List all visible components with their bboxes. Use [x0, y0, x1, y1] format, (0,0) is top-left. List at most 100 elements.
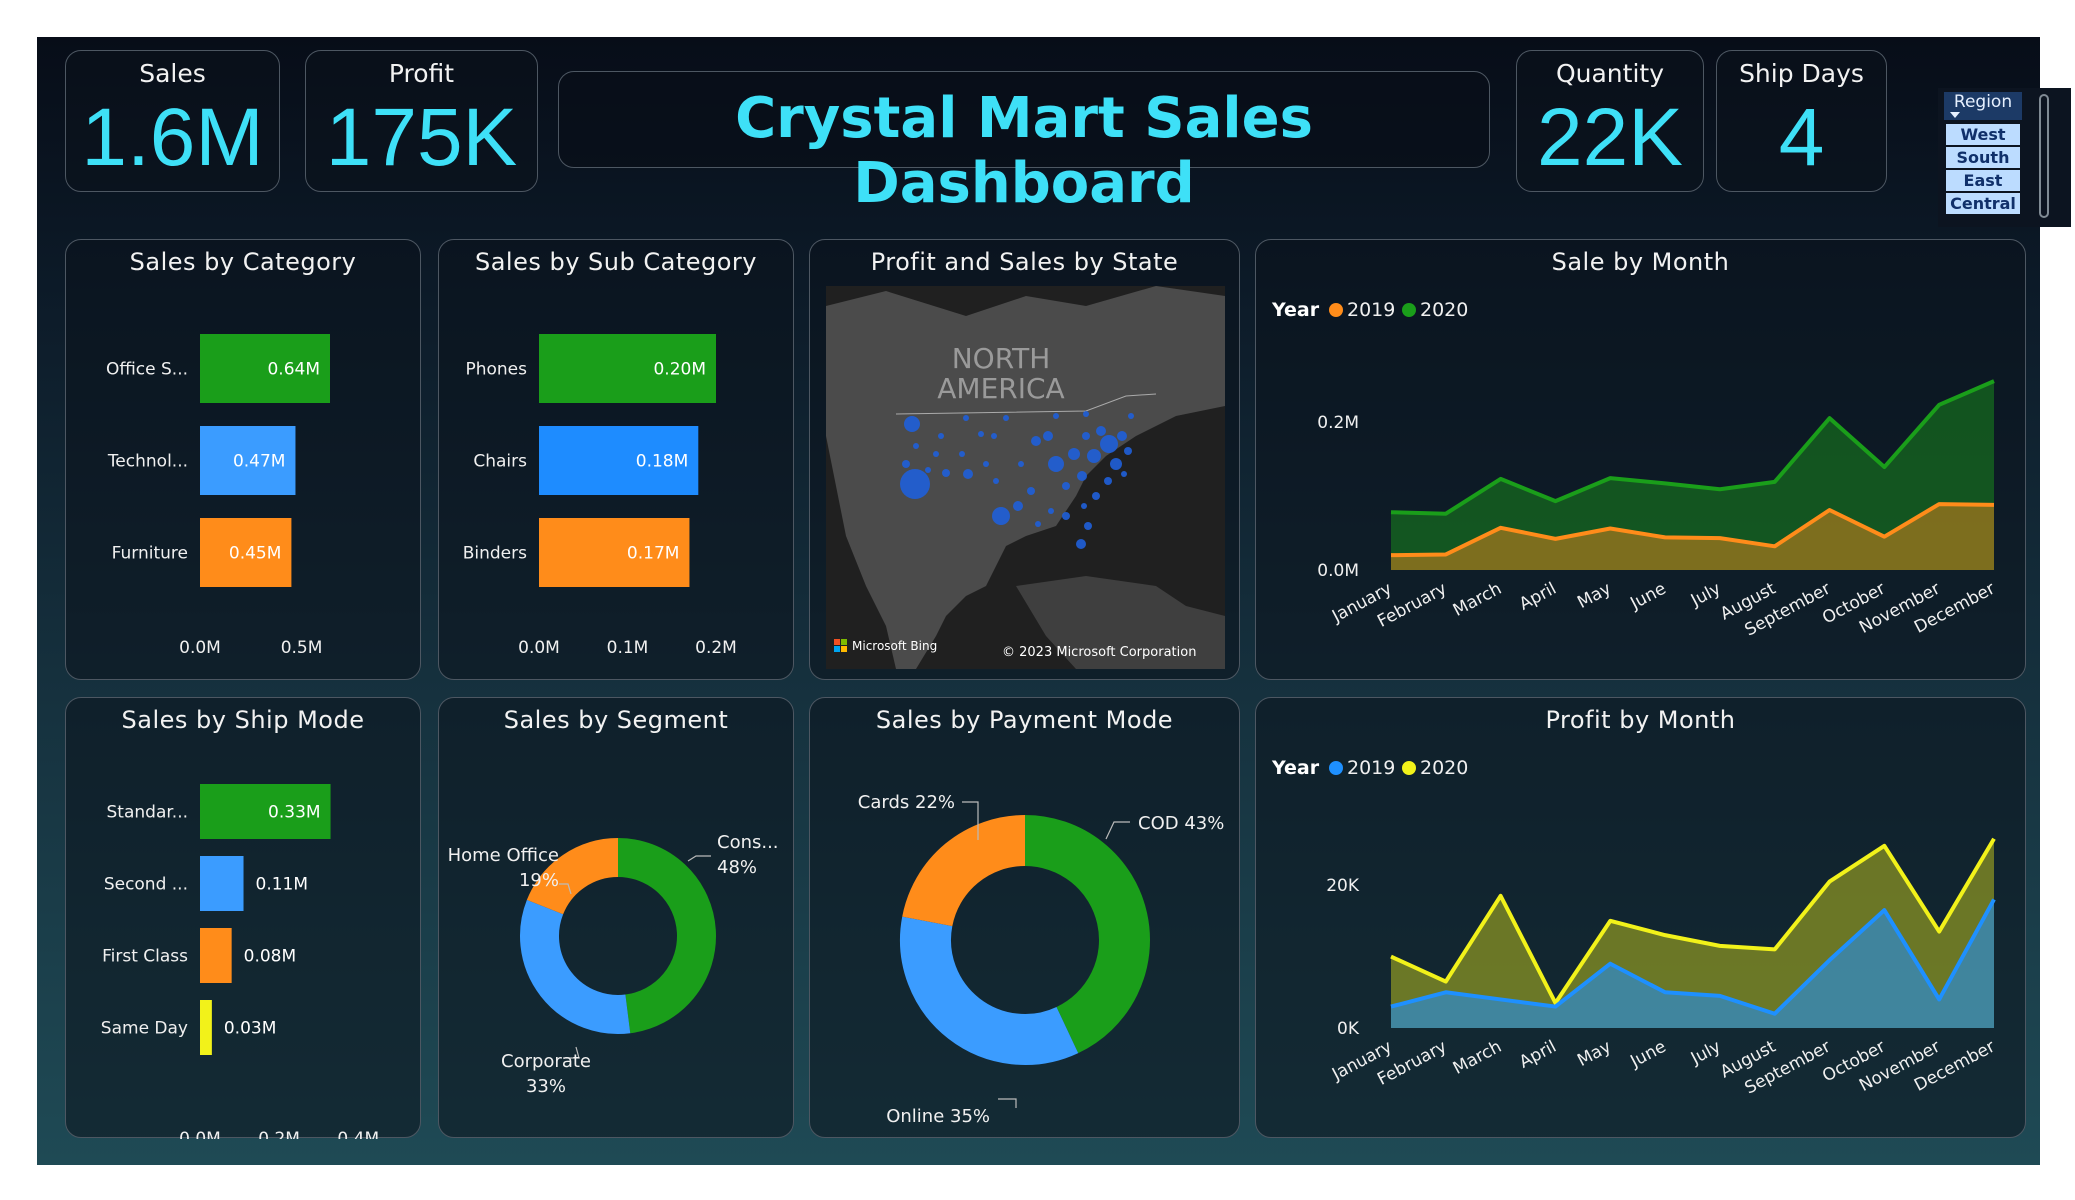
page-title: Crystal Mart Sales Dashboard	[735, 86, 1313, 216]
donut-slice	[520, 899, 631, 1034]
sales-by-category-chart: Office S... 0.64M Technol... 0.47M Furniture…	[106, 334, 330, 658]
y-tick-label: 0K	[1337, 1019, 1360, 1039]
donut-leader-line	[998, 1098, 1017, 1108]
profit-sales-by-state-panel: Profit and Sales by State NORTH AMERICA	[809, 239, 1240, 680]
region-option-central[interactable]: Central	[1946, 193, 2020, 214]
donut-label: Cons...	[717, 832, 779, 853]
legend-label: 2020	[1420, 299, 1468, 321]
bar-data-label: 0.64M	[267, 360, 320, 380]
region-slicer: Region West South East Central	[1938, 88, 2071, 227]
kpi-profit-card: Profit 175K	[305, 50, 538, 192]
region-slicer-label: Region	[1953, 92, 2013, 112]
bar-category-label: Binders	[463, 544, 527, 564]
bar-category-label: Chairs	[473, 452, 527, 472]
bar-data-label: 0.20M	[653, 360, 706, 380]
bar	[200, 1000, 212, 1055]
donut-label: 19%	[519, 870, 559, 891]
sale-by-month-panel: Sale by Month Year 2019 2020 0.0M 0.2M Januar…	[1255, 239, 2026, 680]
region-option-west[interactable]: West	[1946, 124, 2020, 145]
y-tick-label: 0.0M	[1317, 561, 1359, 581]
donut-label: Cards 22%	[858, 792, 955, 813]
sales-by-ship-mode-panel: Sales by Ship Mode Standar... 0.33M Second…	[65, 697, 421, 1139]
kpi-sales-card: Sales 1.6M	[65, 50, 280, 192]
region-option-south[interactable]: South	[1946, 147, 2020, 168]
profit-by-month-panel: Profit by Month Year 2019 2020 0K 20K January…	[1255, 697, 2026, 1138]
kpi-ship-days-value: 4	[1778, 92, 1825, 183]
sales-by-segment-chart: Cons... 48% Corporate 33% Home Office 19%	[448, 832, 779, 1097]
sales-by-ship-mode-chart: Standar... 0.33M Second ... 0.11M First Clas…	[101, 784, 379, 1139]
bar-data-label: 0.33M	[268, 803, 321, 823]
kpi-quantity-card: Quantity 22K	[1516, 50, 1704, 192]
sales-by-payment-mode-panel: Sales by Payment Mode COD 43% Online 35% C…	[809, 697, 1240, 1138]
kpi-profit-label: Profit	[388, 59, 455, 88]
bar-data-label: 0.08M	[244, 947, 297, 967]
title-card: Crystal Mart Sales Dashboard	[558, 71, 1490, 216]
bing-attribution: Microsoft Bing	[852, 639, 937, 653]
sales-by-payment-mode-chart: COD 43% Online 35% Cards 22%	[858, 792, 1225, 1127]
legend-title: Year	[1271, 757, 1320, 779]
kpi-profit-value: 175K	[325, 92, 518, 183]
legend-marker	[1402, 303, 1416, 317]
slicer-scrollbar[interactable]	[2039, 94, 2049, 218]
legend-title: Year	[1271, 299, 1320, 321]
legend-marker	[1402, 761, 1416, 775]
legend-label: 2019	[1347, 299, 1395, 321]
x-tick-label: 0.1M	[607, 638, 649, 658]
donut-label: 48%	[717, 857, 757, 878]
kpi-quantity-label: Quantity	[1555, 59, 1665, 88]
x-tick-label: June	[1626, 579, 1669, 615]
donut-label: Online 35%	[886, 1106, 990, 1127]
sale-by-month-chart: Year 2019 20200.0M0.2MJanuaryFebruary March…	[1271, 299, 1998, 641]
bar-data-label: 0.47M	[233, 452, 286, 472]
x-tick-label: 0.0M	[179, 1129, 221, 1139]
bar-category-label: First Class	[102, 947, 188, 967]
x-tick-label: April	[1516, 579, 1560, 615]
x-tick-label: 0.2M	[695, 638, 737, 658]
x-tick-label: June	[1626, 1037, 1669, 1073]
profit-by-month-chart: Year 2019 20200K20KJanuaryFebruary March Apr…	[1271, 757, 1998, 1099]
donut-slice	[617, 838, 716, 1034]
x-tick-label: March	[1450, 579, 1505, 621]
bar-category-label: Standar...	[107, 803, 189, 823]
donut-label: Home Office	[448, 845, 559, 866]
donut-slice	[1024, 815, 1150, 1054]
donut-leader-line	[1105, 821, 1130, 840]
x-tick-label: April	[1516, 1037, 1560, 1073]
x-tick-label: 0.5M	[281, 638, 323, 658]
bar-category-label: Second ...	[104, 875, 188, 895]
kpi-quantity-value: 22K	[1537, 92, 1683, 183]
bar-data-label: 0.11M	[256, 875, 309, 895]
kpi-ship-days-card: Ship Days 4	[1716, 50, 1887, 192]
kpi-sales-label: Sales	[139, 59, 206, 88]
state-map[interactable]: NORTH AMERICA Microsoft Bing © 2023 Micr…	[826, 286, 1225, 669]
region-slicer-header[interactable]: Region	[1944, 92, 2022, 120]
legend-label: 2019	[1347, 757, 1395, 779]
y-tick-label: 20K	[1326, 876, 1360, 896]
x-tick-label: 0.2M	[258, 1129, 300, 1139]
chevron-down-icon[interactable]	[1950, 112, 1960, 118]
map-region-label: NORTH	[952, 342, 1051, 375]
donut-slice	[902, 815, 1026, 928]
x-tick-label: March	[1450, 1037, 1505, 1079]
x-tick-label: May	[1574, 579, 1614, 613]
kpi-sales-value: 1.6M	[81, 92, 264, 183]
bar-category-label: Phones	[465, 360, 527, 380]
x-tick-label: 0.0M	[518, 638, 560, 658]
bar-data-label: 0.45M	[229, 544, 282, 564]
bar-data-label: 0.18M	[636, 452, 689, 472]
bar-category-label: Furniture	[112, 544, 188, 564]
panel-title: Profit and Sales by State	[870, 248, 1179, 276]
bar	[200, 856, 244, 911]
x-tick-label: 0.0M	[179, 638, 221, 658]
sales-by-segment-panel: Sales by Segment Cons... 48% Corporate 33% H…	[438, 697, 794, 1138]
donut-label: COD 43%	[1138, 813, 1224, 834]
map-copyright: © 2023 Microsoft Corporation	[1002, 645, 1196, 660]
legend-marker	[1329, 761, 1343, 775]
bar-data-label: 0.03M	[224, 1019, 277, 1039]
region-option-east[interactable]: East	[1946, 170, 2020, 191]
bar-category-label: Technol...	[107, 452, 188, 472]
legend-marker	[1329, 303, 1343, 317]
dashboard: Sales 1.6M Profit 175K Crystal Mart Sale…	[37, 37, 2071, 1165]
bar-data-label: 0.17M	[627, 544, 680, 564]
donut-leader-line	[687, 855, 711, 862]
